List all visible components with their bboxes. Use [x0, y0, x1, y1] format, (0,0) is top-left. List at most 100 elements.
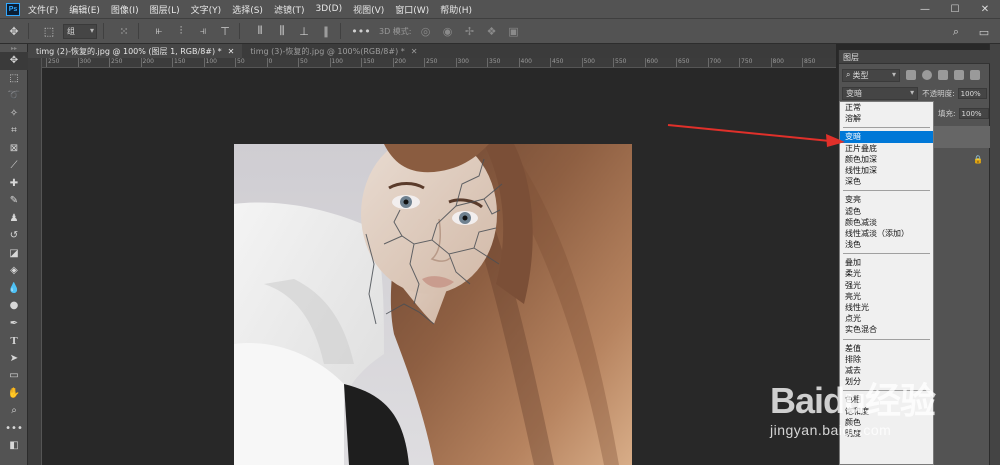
blend-mode-option[interactable]: 柔光 — [840, 268, 933, 279]
history-brush-tool-icon[interactable]: ↺ — [0, 227, 28, 245]
close-icon[interactable]: ✕ — [411, 47, 418, 56]
align-right-icon[interactable]: ⫣ — [195, 23, 211, 39]
ruler-tick-label: 50 — [298, 58, 308, 67]
3d-roll-icon[interactable]: ◉ — [440, 23, 456, 39]
filter-adjustment-icon[interactable] — [922, 70, 932, 80]
menu-image[interactable]: 图像(I) — [111, 3, 139, 16]
blend-mode-option[interactable]: 颜色加深 — [840, 154, 933, 165]
blend-mode-option[interactable]: 颜色减淡 — [840, 217, 933, 228]
document-image[interactable] — [234, 144, 632, 465]
auto-select-dropdown[interactable]: 组 — [63, 23, 97, 39]
blend-mode-option[interactable]: 亮光 — [840, 291, 933, 302]
distribute-horizontal-icon[interactable]: ∥ — [318, 23, 334, 39]
fill-input[interactable]: 100% — [958, 108, 989, 119]
blend-mode-option[interactable]: 点光 — [840, 313, 933, 324]
tab-layers[interactable]: 图层 — [843, 52, 859, 63]
menu-view[interactable]: 视图(V) — [353, 3, 384, 16]
dropdown-separator — [840, 187, 933, 194]
3d-orbit-icon[interactable]: ◎ — [418, 23, 434, 39]
ruler-tick-label: 0 — [266, 58, 273, 67]
search-icon[interactable]: ⌕ — [948, 24, 964, 40]
blur-tool-icon[interactable]: 💧 — [0, 280, 28, 298]
menu-3d[interactable]: 3D(D) — [315, 4, 342, 14]
more-tools-icon[interactable]: ••• — [0, 420, 28, 438]
3d-slide-icon[interactable]: ❖ — [484, 23, 500, 39]
pen-tool-icon[interactable]: ✒ — [0, 315, 28, 333]
move-tool-icon[interactable]: ✥ — [0, 52, 28, 70]
distribute-bottom-icon[interactable]: ⊥ — [296, 23, 312, 39]
layer-filter-dropdown[interactable]: ⌕ 类型 — [842, 68, 900, 82]
blend-mode-option[interactable]: 差值 — [840, 343, 933, 354]
blend-mode-option[interactable]: 强光 — [840, 280, 933, 291]
blend-mode-option[interactable]: 叠加 — [840, 257, 933, 268]
filter-smart-object-icon[interactable] — [970, 70, 980, 80]
menu-help[interactable]: 帮助(H) — [440, 3, 472, 16]
menu-edit[interactable]: 编辑(E) — [69, 3, 100, 16]
tab-document-1[interactable]: timg (2)-恢复的.jpg @ 100% (图层 1, RGB/8#) *… — [28, 44, 243, 58]
healing-brush-tool-icon[interactable]: ✚ — [0, 175, 28, 193]
panel-collapse-strip[interactable] — [989, 44, 1000, 465]
tools-panel: ▸▸ ✥ ⬚ ➰ ✧ ⌗ ⊠ ⟋ ✚ ✎ ♟ ↺ ◪ ◈ 💧 ● ✒ T ➤ ▭… — [0, 44, 28, 465]
ruler-tick-label: 100 — [203, 58, 217, 67]
dodge-tool-icon[interactable]: ● — [0, 297, 28, 315]
blend-mode-option[interactable]: 深色 — [840, 176, 933, 187]
marquee-tool-icon[interactable]: ⬚ — [0, 70, 28, 88]
blend-mode-option[interactable]: 线性光 — [840, 302, 933, 313]
menu-type[interactable]: 文字(Y) — [191, 3, 222, 16]
filter-shape-icon[interactable] — [954, 70, 964, 80]
frame-tool-icon[interactable]: ⊠ — [0, 140, 28, 158]
transform-controls-icon[interactable]: ⁙ — [116, 23, 132, 39]
color-swatches-icon[interactable]: ◧ — [0, 437, 28, 455]
ruler-tick-label: 800 — [770, 58, 784, 67]
blend-mode-option[interactable]: 浅色 — [840, 239, 933, 250]
menu-window[interactable]: 窗口(W) — [395, 3, 429, 16]
path-selection-tool-icon[interactable]: ➤ — [0, 350, 28, 368]
eraser-tool-icon[interactable]: ◪ — [0, 245, 28, 263]
tab-document-2[interactable]: timg (3)-恢复的.jpg @ 100%(RGB/8#) * ✕ — [242, 44, 425, 58]
opacity-input[interactable]: 100% — [957, 88, 987, 99]
menu-filter[interactable]: 滤镜(T) — [274, 3, 305, 16]
blend-mode-option[interactable]: 变亮 — [840, 194, 933, 205]
brush-tool-icon[interactable]: ✎ — [0, 192, 28, 210]
distribute-center-icon[interactable]: ⫼ — [274, 23, 290, 39]
3d-scale-icon[interactable]: ▣ — [506, 23, 522, 39]
blend-mode-option[interactable]: 正片叠底 — [840, 143, 933, 154]
lasso-tool-icon[interactable]: ➰ — [0, 87, 28, 105]
blend-mode-option[interactable]: 线性减淡（添加） — [840, 228, 933, 239]
align-top-icon[interactable]: ⊤ — [217, 23, 233, 39]
zoom-tool-icon[interactable]: ⌕ — [0, 402, 28, 420]
auto-select-icon[interactable]: ⬚ — [41, 23, 57, 39]
workspace-icon[interactable]: ▭ — [976, 24, 992, 40]
blend-mode-option[interactable]: 滤色 — [840, 206, 933, 217]
filter-type-icon[interactable] — [938, 70, 948, 80]
eyedropper-tool-icon[interactable]: ⟋ — [0, 157, 28, 175]
hand-tool-icon[interactable]: ✋ — [0, 385, 28, 403]
move-icon[interactable]: ✥ — [6, 23, 22, 39]
menu-layer[interactable]: 图层(L) — [150, 3, 180, 16]
maximize-button[interactable]: ☐ — [940, 0, 970, 18]
rectangle-tool-icon[interactable]: ▭ — [0, 367, 28, 385]
blend-mode-option[interactable]: 正常 — [840, 102, 933, 113]
menu-file[interactable]: 文件(F) — [28, 3, 58, 16]
crop-tool-icon[interactable]: ⌗ — [0, 122, 28, 140]
magic-wand-tool-icon[interactable]: ✧ — [0, 105, 28, 123]
blend-mode-option[interactable]: 线性加深 — [840, 165, 933, 176]
align-left-icon[interactable]: ⫦ — [151, 23, 167, 39]
3d-pan-icon[interactable]: ✢ — [462, 23, 478, 39]
paint-bucket-tool-icon[interactable]: ◈ — [0, 262, 28, 280]
distribute-top-icon[interactable]: ⦀ — [252, 23, 268, 39]
blend-mode-select[interactable]: 变暗 — [842, 87, 919, 100]
close-button[interactable]: ✕ — [970, 0, 1000, 18]
blend-mode-option[interactable]: 变暗 — [840, 131, 933, 143]
blend-mode-option[interactable]: 实色混合 — [840, 324, 933, 335]
blend-mode-option[interactable]: 排除 — [840, 354, 933, 365]
minimize-button[interactable]: — — [910, 0, 940, 18]
blend-mode-option[interactable]: 溶解 — [840, 113, 933, 124]
close-icon[interactable]: ✕ — [228, 47, 235, 56]
align-center-icon[interactable]: ⫶ — [173, 23, 189, 39]
clone-stamp-tool-icon[interactable]: ♟ — [0, 210, 28, 228]
filter-pixel-icon[interactable] — [906, 70, 916, 80]
menu-select[interactable]: 选择(S) — [232, 3, 263, 16]
type-tool-icon[interactable]: T — [0, 332, 28, 350]
more-options-icon[interactable]: ••• — [351, 23, 370, 39]
